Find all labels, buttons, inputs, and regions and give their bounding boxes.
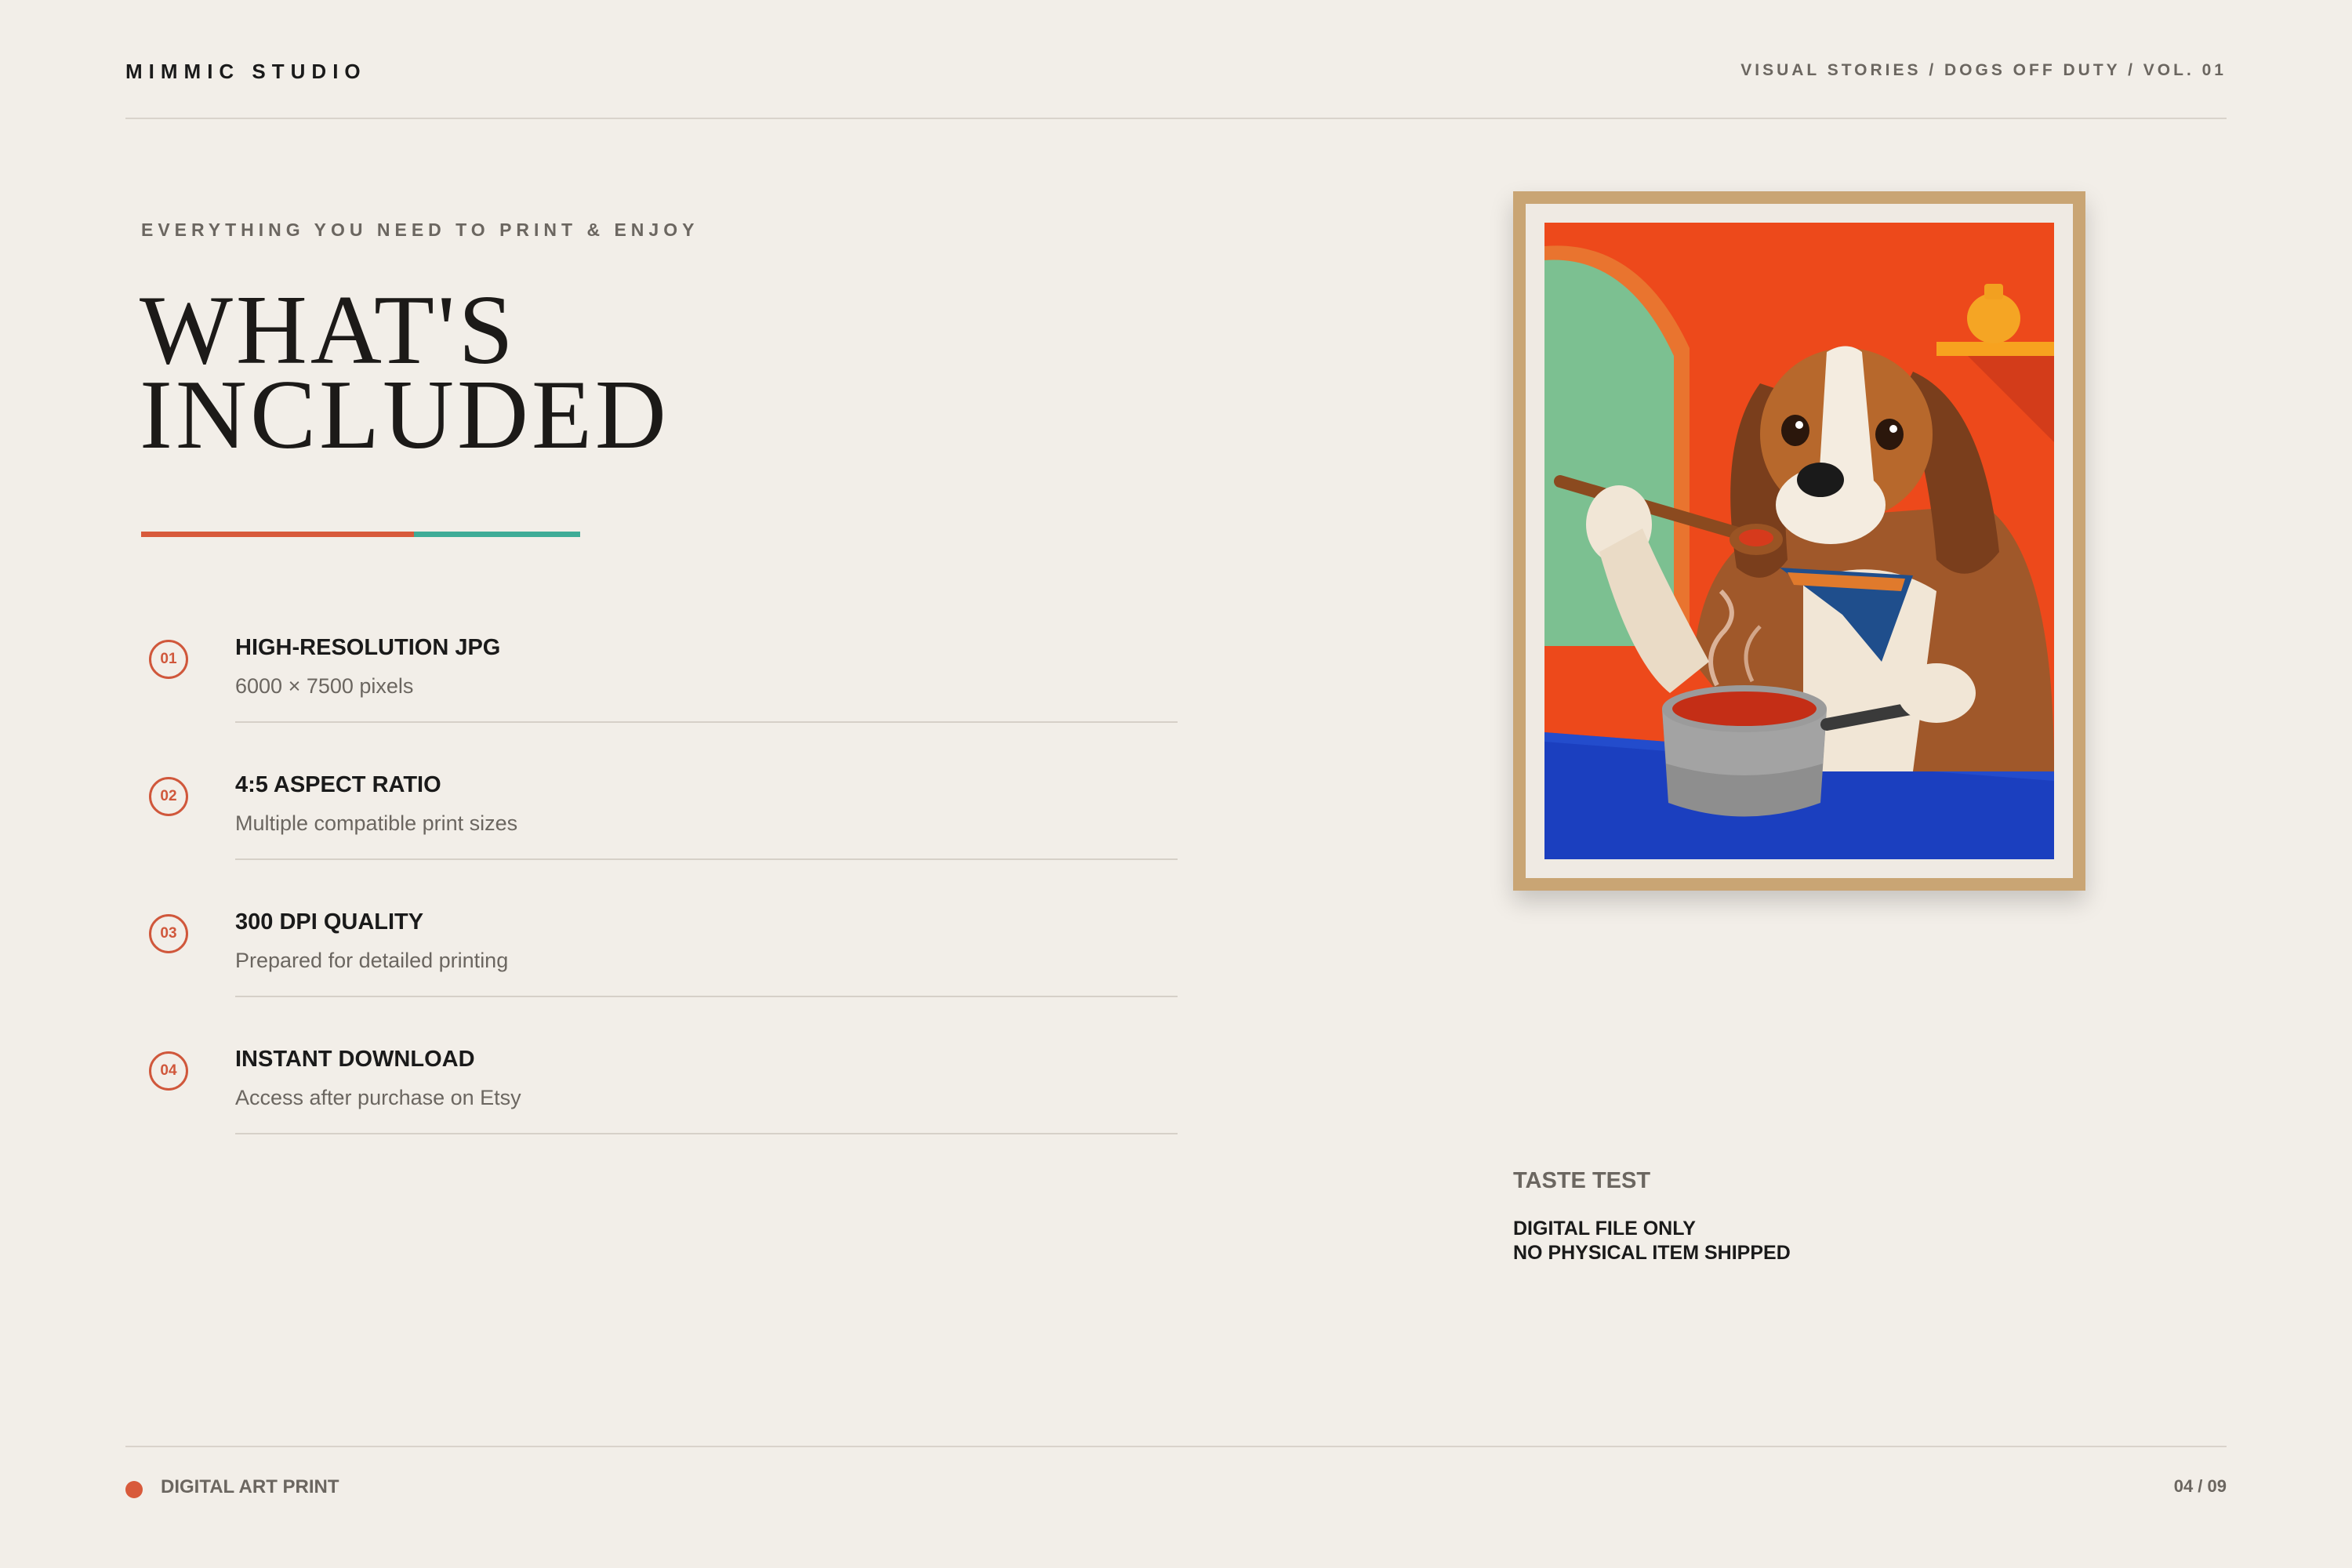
status-dot-icon xyxy=(125,1481,143,1498)
list-item: 03 300 DPI QUALITY Prepared for detailed… xyxy=(141,894,1178,1031)
header-divider xyxy=(125,118,2227,119)
page-title-line-2: INCLUDED xyxy=(140,361,670,470)
list-item: 02 4:5 ASPECT RATIO Multiple compatible … xyxy=(141,757,1178,894)
artwork-frame xyxy=(1513,191,2085,891)
artwork-beagle-tasting-sauce xyxy=(1544,223,2054,859)
feature-divider xyxy=(235,858,1178,860)
feature-description: 6000 × 7500 pixels xyxy=(235,674,414,698)
artwork-title: TASTE TEST xyxy=(1513,1168,1651,1193)
feature-number-badge: 01 xyxy=(149,640,188,679)
feature-number-badge: 04 xyxy=(149,1051,188,1091)
page-title: WHAT'S INCLUDED xyxy=(140,281,670,470)
artwork-note-digital: DIGITAL FILE ONLY xyxy=(1513,1218,1696,1240)
feature-description: Multiple compatible print sizes xyxy=(235,811,518,835)
footer-label: DIGITAL ART PRINT xyxy=(161,1476,339,1497)
feature-title: 4:5 ASPECT RATIO xyxy=(235,772,441,797)
feature-number-badge: 03 xyxy=(149,914,188,953)
feature-list: 01 HIGH-RESOLUTION JPG 6000 × 7500 pixel… xyxy=(141,619,1178,1168)
artwork-note-shipping: NO PHYSICAL ITEM SHIPPED xyxy=(1513,1242,1791,1264)
feature-title: HIGH-RESOLUTION JPG xyxy=(235,635,501,660)
footer-divider xyxy=(125,1446,2227,1447)
feature-title: 300 DPI QUALITY xyxy=(235,909,424,935)
feature-number-badge: 02 xyxy=(149,777,188,816)
breadcrumb: VISUAL STORIES / DOGS OFF DUTY / VOL. 01 xyxy=(1740,61,2227,79)
feature-divider xyxy=(235,721,1178,723)
feature-description: Prepared for detailed printing xyxy=(235,949,509,972)
accent-bar-coral xyxy=(141,532,414,537)
artwork-mat xyxy=(1526,204,2073,878)
feature-divider xyxy=(235,1133,1178,1134)
list-item: 01 HIGH-RESOLUTION JPG 6000 × 7500 pixel… xyxy=(141,619,1178,757)
brand-logo[interactable]: MIMMIC STUDIO xyxy=(125,60,367,84)
section-eyebrow: EVERYTHING YOU NEED TO PRINT & ENJOY xyxy=(141,220,699,240)
feature-divider xyxy=(235,996,1178,997)
feature-title: INSTANT DOWNLOAD xyxy=(235,1047,475,1072)
page-indicator: 04 / 09 xyxy=(2173,1476,2227,1496)
accent-bar-teal xyxy=(414,532,580,537)
list-item: 04 INSTANT DOWNLOAD Access after purchas… xyxy=(141,1031,1178,1168)
feature-description: Access after purchase on Etsy xyxy=(235,1086,521,1109)
